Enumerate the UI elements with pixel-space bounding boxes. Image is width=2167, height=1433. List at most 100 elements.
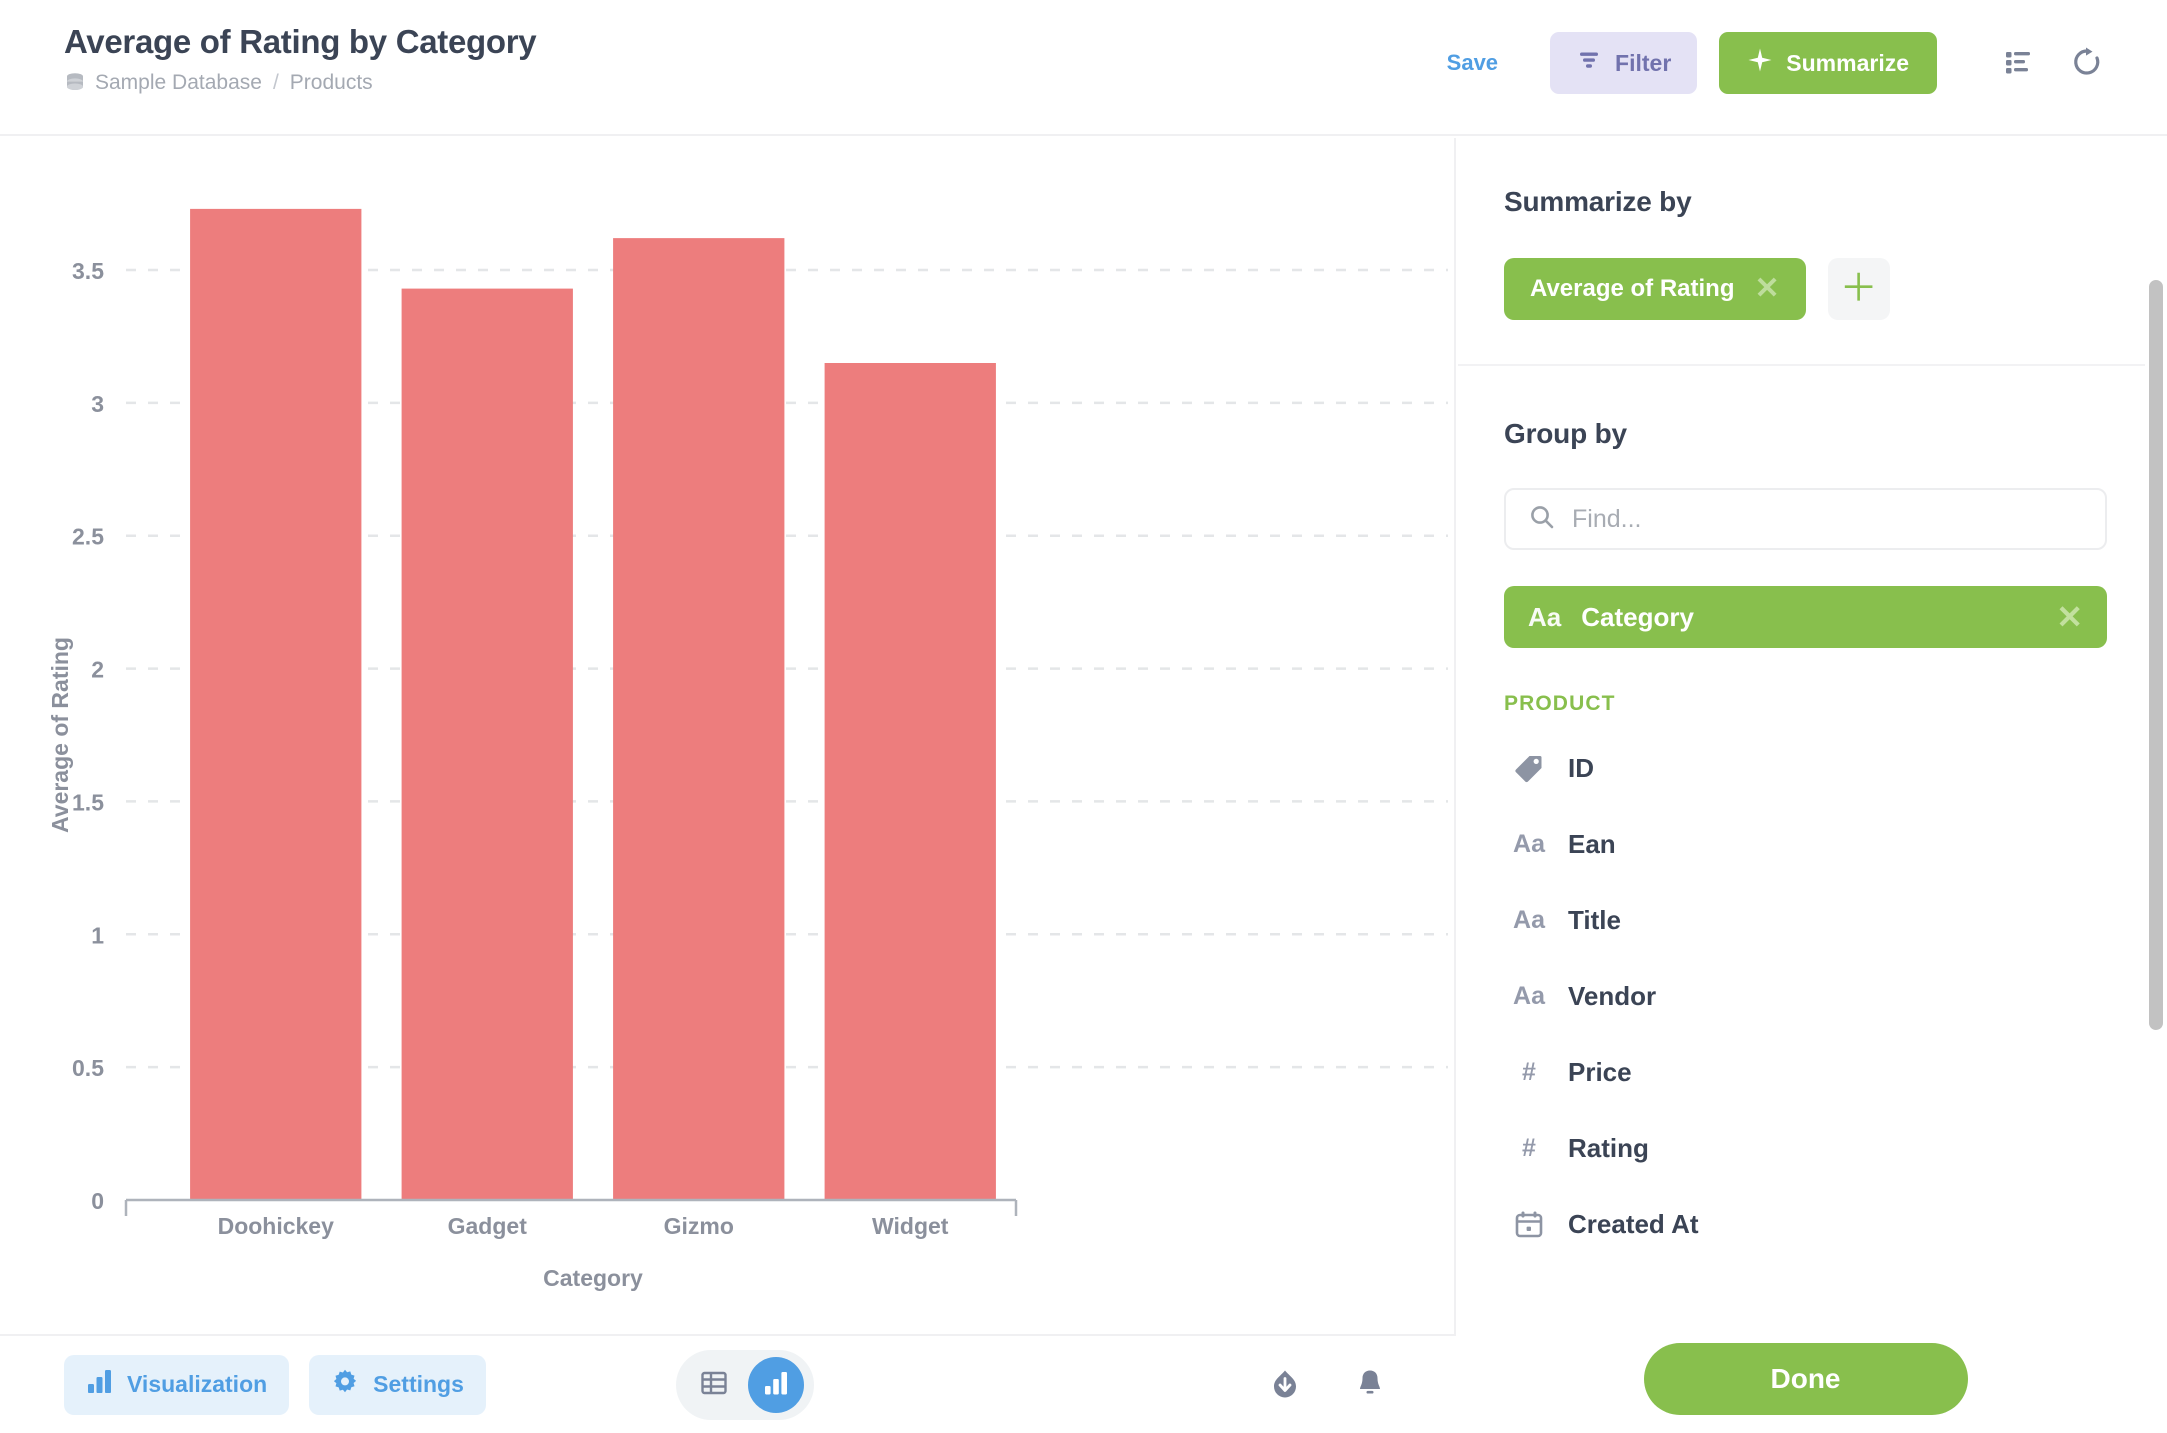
number-icon: #	[1522, 1057, 1536, 1086]
view-toggle-group	[676, 1349, 814, 1420]
sidebar-scrollbar-thumb[interactable]	[2149, 280, 2163, 1030]
chart-footer-toolbar: Visualization Settings	[0, 1334, 1456, 1433]
app-header: Average of Rating by Category Sample Dat…	[0, 0, 2167, 136]
x-axis-tick-label: Widget	[872, 1213, 949, 1239]
field-row-label: Title	[1568, 904, 1621, 935]
field-row-vendor[interactable]: Aa Vendor	[1504, 958, 2107, 1034]
chart-bars	[190, 208, 996, 1201]
breadcrumb: Sample Database / Products	[64, 71, 536, 95]
bar-widget[interactable]	[824, 363, 996, 1200]
settings-button[interactable]: Settings	[309, 1354, 486, 1415]
bar-gadget[interactable]	[401, 288, 573, 1201]
summarize-by-section: Summarize by Average of Rating ✕ ＋	[1458, 138, 2153, 366]
visualization-button-label: Visualization	[127, 1371, 268, 1397]
filter-icon	[1576, 47, 1602, 79]
text-icon: Aa	[1513, 981, 1545, 1010]
summarize-button-label: Summarize	[1786, 49, 1909, 76]
alert-button[interactable]	[1346, 1359, 1394, 1410]
settings-button-label: Settings	[373, 1371, 464, 1397]
breadcrumb-separator: /	[272, 71, 279, 94]
page-title: Average of Rating by Category	[64, 23, 537, 60]
y-axis-tick-label: 0.5	[72, 1055, 104, 1081]
footer-left-actions: Visualization Settings	[64, 1354, 486, 1415]
aggregation-pill-average-of-rating[interactable]: Average of Rating ✕	[1504, 258, 1806, 320]
gear-icon	[331, 1368, 359, 1402]
search-input[interactable]	[1572, 490, 2083, 548]
bar-doohickey[interactable]	[190, 208, 362, 1200]
metabase-question-builder: Average of Rating by Category Sample Dat…	[0, 0, 2167, 1433]
bar-chart-icon	[86, 1368, 113, 1401]
field-row-title[interactable]: Aa Title	[1504, 882, 2107, 958]
groupby-pill-label: Category	[1581, 601, 1694, 632]
breadcrumb-database[interactable]: Sample Database	[95, 71, 262, 95]
group-by-section: Group by Aa Category ✕ PRODUCT ID Aa	[1458, 366, 2153, 1262]
sparkle-icon	[1747, 47, 1773, 79]
database-icon	[64, 72, 86, 94]
table-view-toggle[interactable]	[686, 1357, 742, 1413]
done-button-wrap: Done	[1458, 1343, 2153, 1415]
visualization-button[interactable]: Visualization	[64, 1354, 290, 1415]
column-settings-button[interactable]	[1995, 39, 2041, 88]
groupby-pill-category[interactable]: Aa Category ✕	[1504, 586, 2107, 648]
y-axis-title: Average of Rating	[47, 637, 73, 833]
summarize-sidebar: Summarize by Average of Rating ✕ ＋ Group…	[1458, 138, 2153, 1433]
y-axis-tick-label: 0	[91, 1188, 104, 1214]
breadcrumb-table[interactable]: Products	[290, 71, 373, 95]
x-axis-tick-label: Gizmo	[664, 1213, 734, 1239]
text-icon: Aa	[1513, 829, 1545, 858]
group-by-search[interactable]	[1504, 488, 2107, 550]
chart-view-toggle[interactable]	[748, 1356, 804, 1413]
number-icon: #	[1522, 1133, 1536, 1162]
field-row-label: Vendor	[1568, 980, 1657, 1011]
search-icon	[1528, 503, 1556, 536]
aggregation-pill-label: Average of Rating	[1530, 275, 1735, 302]
x-axis-title: Category	[543, 1265, 643, 1291]
table-icon	[699, 1368, 729, 1401]
column-settings-icon	[2003, 47, 2033, 80]
sidebar-scrollbar-track[interactable]	[2145, 138, 2167, 1433]
field-row-label: ID	[1568, 752, 1594, 783]
field-row-label: Price	[1568, 1056, 1632, 1087]
x-axis-tick-label: Gadget	[448, 1213, 528, 1239]
plus-icon: ＋	[1839, 268, 1878, 310]
field-group-header: PRODUCT	[1504, 692, 1616, 715]
download-button[interactable]	[1260, 1358, 1310, 1411]
text-type-icon: Aa	[1528, 601, 1562, 632]
field-row-ean[interactable]: Aa Ean	[1504, 806, 2107, 882]
bar-chart-icon	[762, 1369, 790, 1400]
add-aggregation-button[interactable]: ＋	[1827, 258, 1890, 320]
y-axis-tick-label: 1.5	[72, 789, 104, 815]
x-axis-tick-labels: Doohickey Gadget Gizmo Widget	[218, 1213, 949, 1239]
text-icon: Aa	[1513, 905, 1545, 934]
y-axis-tick-label: 3	[91, 391, 104, 417]
field-row-label: Ean	[1568, 828, 1616, 859]
refresh-button[interactable]	[2063, 38, 2111, 89]
field-row-rating[interactable]: # Rating	[1504, 1110, 2107, 1186]
save-button[interactable]: Save	[1429, 38, 1516, 88]
field-row-label: Rating	[1568, 1132, 1649, 1163]
header-actions: Save Filter Summarize	[1429, 32, 2111, 94]
tag-icon	[1512, 753, 1546, 783]
y-axis-tick-label: 2.5	[72, 524, 104, 550]
download-icon	[1268, 1366, 1302, 1403]
field-row-price[interactable]: # Price	[1504, 1034, 2107, 1110]
bar-gizmo[interactable]	[613, 238, 785, 1201]
done-button[interactable]: Done	[1643, 1343, 1968, 1415]
y-axis-tick-labels: 0 0.5 1 1.5 2 2.5 3 3.5	[72, 258, 104, 1214]
close-icon[interactable]: ✕	[2056, 601, 2083, 633]
x-axis-tick-label: Doohickey	[218, 1213, 335, 1239]
summarize-button[interactable]: Summarize	[1719, 32, 1937, 94]
y-axis-tick-label: 3.5	[72, 258, 104, 284]
field-row-id[interactable]: ID	[1504, 730, 2107, 806]
bar-chart[interactable]: 0 0.5 1 1.5 2 2.5 3 3.5 Doohickey Gadget Gizmo Wid…	[0, 138, 1456, 1334]
header-title-block: Average of Rating by Category Sample Dat…	[64, 22, 537, 95]
filter-button-label: Filter	[1615, 49, 1672, 76]
field-row-label: Created At	[1568, 1208, 1699, 1239]
field-list: ID Aa Ean Aa Title Aa Vendor # Price # Rating Creat…	[1504, 730, 2107, 1262]
filter-button[interactable]: Filter	[1550, 32, 1698, 94]
close-icon[interactable]: ✕	[1754, 274, 1779, 304]
summarize-by-title: Summarize by	[1504, 186, 1692, 217]
refresh-icon	[2071, 46, 2103, 81]
y-axis-tick-label: 1	[91, 922, 104, 948]
field-row-created-at[interactable]: Created At	[1504, 1186, 2107, 1262]
